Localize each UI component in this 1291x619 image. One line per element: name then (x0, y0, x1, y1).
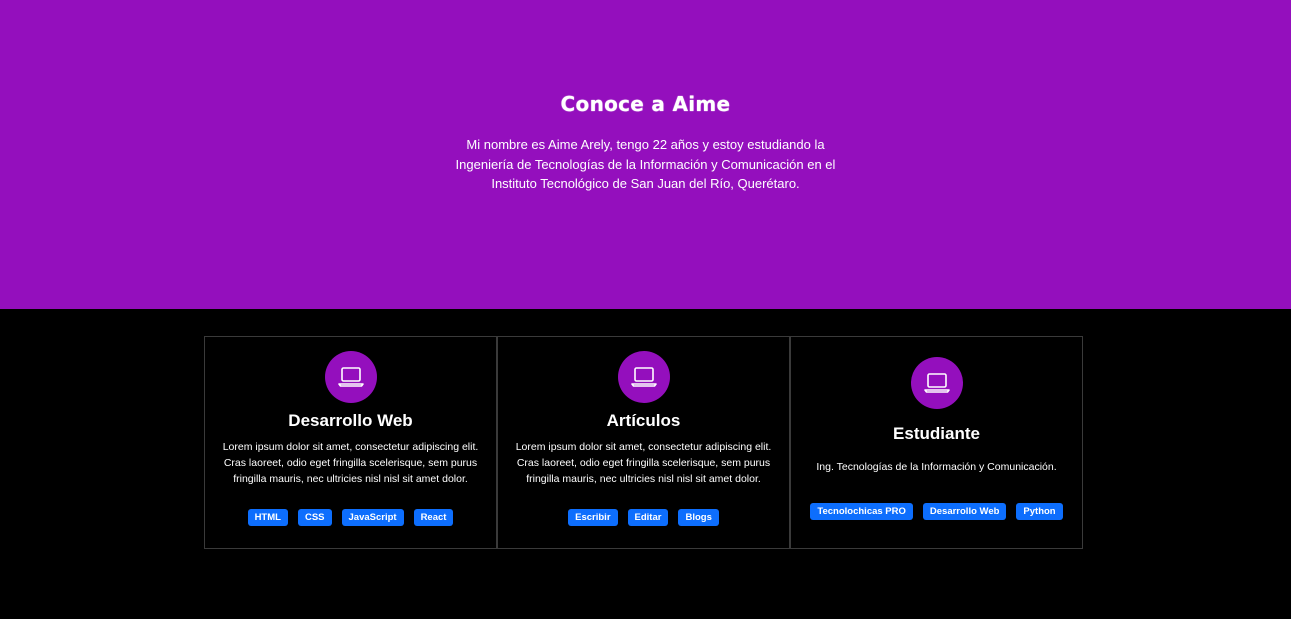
card-text: Lorem ipsum dolor sit amet, consectetur … (222, 441, 479, 485)
card-desarrollo-web: Desarrollo Web Lorem ipsum dolor sit ame… (204, 336, 497, 549)
laptop-icon (324, 351, 377, 403)
tag-list: Escribir Editar Blogs (498, 509, 789, 526)
card-text: Lorem ipsum dolor sit amet, consectetur … (515, 441, 772, 485)
card-text: Ing. Tecnologías de la Información y Com… (816, 461, 1057, 473)
tag-badge: Blogs (678, 509, 719, 526)
tag-badge: Editar (627, 509, 669, 526)
tag-list: HTML CSS JavaScript React (205, 509, 496, 526)
cards-section: Desarrollo Web Lorem ipsum dolor sit ame… (204, 336, 1083, 549)
hero-section: Conoce a Aime Mi nombre es Aime Arely, t… (0, 0, 1291, 309)
tag-badge: Tecnolochicas PRO (810, 503, 913, 520)
tag-badge: Escribir (568, 509, 618, 526)
laptop-icon (617, 351, 670, 403)
card-estudiante: Estudiante Ing. Tecnologías de la Inform… (790, 336, 1083, 549)
tag-badge: Python (1016, 503, 1063, 520)
laptop-icon (910, 357, 963, 409)
hero-description: Mi nombre es Aime Arely, tengo 22 años y… (455, 137, 836, 191)
tag-list: Tecnolochicas PRO Desarrollo Web Python (791, 503, 1082, 520)
tag-badge: Desarrollo Web (922, 503, 1007, 520)
card-title: Artículos (606, 411, 681, 430)
card-title: Estudiante (893, 424, 980, 443)
card-articulos: Artículos Lorem ipsum dolor sit amet, co… (497, 336, 790, 549)
tag-badge: React (413, 509, 454, 526)
tag-badge: JavaScript (341, 509, 404, 526)
hero-title: Conoce a Aime (560, 92, 731, 116)
card-title: Desarrollo Web (288, 411, 413, 430)
tag-badge: HTML (247, 509, 288, 526)
tag-badge: CSS (297, 509, 332, 526)
